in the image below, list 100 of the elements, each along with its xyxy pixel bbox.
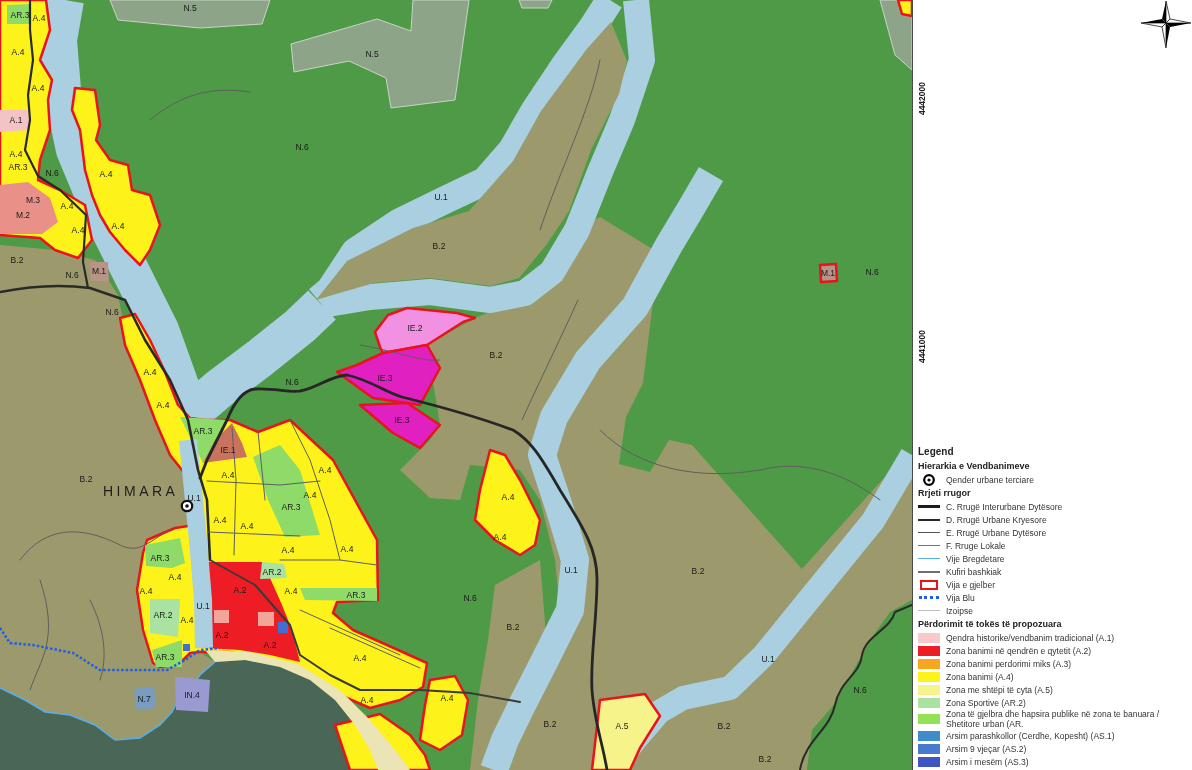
zone-label: A.4 <box>493 532 507 542</box>
zone-label: M.2 <box>15 210 31 220</box>
town-marker-icon <box>180 499 194 513</box>
legend-label: Arsim i mesëm (AS.3) <box>946 756 1029 767</box>
zone-label: A.4 <box>111 221 125 231</box>
zone-label: AR.3 <box>8 162 28 172</box>
zone-label: AR.2 <box>153 610 173 620</box>
legend-label: Kufiri bashkiak <box>946 566 1002 577</box>
pasture-area <box>518 0 553 9</box>
zone-area <box>818 262 839 284</box>
zone-label: A.4 <box>156 400 170 410</box>
zone-label: A.4 <box>168 572 182 582</box>
zone-label: B.2 <box>717 721 731 731</box>
zone-area <box>150 599 180 637</box>
legend-label: Vija e gjelber <box>946 579 995 590</box>
zone-label: M.1 <box>91 266 107 276</box>
legend-label: Qender urbane terciare <box>946 474 1034 485</box>
zone-label: B.2 <box>506 622 520 632</box>
zone-label: U.1 <box>187 493 201 503</box>
legend-label: D. Rrugë Urbane Kryesore <box>946 514 1047 525</box>
zone-label: B.2 <box>489 350 503 360</box>
zone-label: N.5 <box>365 49 379 59</box>
zone-area <box>134 687 156 710</box>
zone-label: A.5 <box>615 721 629 731</box>
zone-label: A.1 <box>9 115 23 125</box>
zone-label: A.4 <box>221 470 235 480</box>
zone-label: N.5 <box>183 3 197 13</box>
zone-label: N.6 <box>853 685 867 695</box>
zone-area <box>896 0 912 18</box>
legend-label: Arsim 9 vjeçar (AS.2) <box>946 743 1027 754</box>
zone-label: A.4 <box>213 515 227 525</box>
zone-label: B.2 <box>543 719 557 729</box>
legend-label: Zona me shtëpi të cyta (A.5) <box>946 684 1053 695</box>
zone-area <box>260 562 287 579</box>
zone-label: U.1 <box>434 192 448 202</box>
zone-label: A.4 <box>284 586 298 596</box>
zone-label: A.4 <box>143 367 157 377</box>
zone-label: A.4 <box>501 492 515 502</box>
zone-label: M.1 <box>820 268 836 278</box>
zone-area <box>145 538 185 568</box>
zone-label: A.4 <box>31 83 45 93</box>
zone-label: AR.3 <box>281 502 301 512</box>
legend-label: Arsim parashkollor (Cerdhe, Kopesht) (AS.1) <box>946 730 1115 741</box>
target-icon <box>923 473 935 486</box>
zone-label: A.4 <box>281 545 295 555</box>
legend-heading: Hierarkia e Vendbanimeve <box>918 460 1031 473</box>
zone-label: A.4 <box>353 653 367 663</box>
legend-label: Zona Sportive (AR.2) <box>946 697 1026 708</box>
zone-label: N.6 <box>865 267 879 277</box>
zone-label: N.6 <box>285 377 299 387</box>
zone-label: B.2 <box>79 474 93 484</box>
legend-label: Vija Blu <box>946 592 975 603</box>
zone-label: A.4 <box>180 615 194 625</box>
zone-area <box>278 622 288 633</box>
zone-area <box>258 612 274 626</box>
legend-label: Zona banimi në qendrën e qytetit (A.2) <box>946 645 1092 656</box>
zone-label: A.4 <box>32 13 46 23</box>
town-name: HIMARA <box>103 483 179 499</box>
zone-label: A.4 <box>9 149 23 159</box>
zone-label: AR.3 <box>155 652 175 662</box>
legend-label: F. Rruge Lokale <box>946 540 1006 551</box>
legend-title: Legend <box>918 445 955 459</box>
zone-label: IE.2 <box>407 323 423 333</box>
zone-label: A.4 <box>99 169 113 179</box>
zone-label: B.2 <box>758 754 772 764</box>
zone-label: U.1 <box>564 565 578 575</box>
zone-label: IE.1 <box>220 445 236 455</box>
legend-label: Izoipse <box>946 605 973 616</box>
zone-label: A.2 <box>233 585 247 595</box>
zone-area <box>0 182 58 234</box>
zone-label: A.4 <box>440 693 454 703</box>
legend-heading: Rrjeti rrugor <box>918 487 972 500</box>
zone-label: IN.4 <box>184 690 200 700</box>
zone-label: A.4 <box>340 544 354 554</box>
legend-label: Vije Bregdetare <box>946 553 1005 564</box>
zone-label: A.2 <box>263 640 277 650</box>
legend-label: Zona banimi (A.4) <box>946 671 1014 682</box>
zone-label: N.6 <box>65 270 79 280</box>
legend-label: Qendra historike/vendbanim tradicional (A.1) <box>946 632 1115 643</box>
zone-label: A.4 <box>240 521 254 531</box>
zone-label: U.1 <box>196 601 210 611</box>
zone-label: A.4 <box>71 225 85 235</box>
zone-label: N.6 <box>295 142 309 152</box>
zone-label: AR.3 <box>150 553 170 563</box>
zone-label: N.6 <box>45 168 59 178</box>
zone-label: AR.3 <box>193 426 213 436</box>
zone-area <box>214 610 229 623</box>
zone-label: B.2 <box>10 255 24 265</box>
zone-area <box>175 677 210 712</box>
zone-label: A.4 <box>60 201 74 211</box>
zone-label: IE.3 <box>377 373 393 383</box>
zone-label: A.4 <box>318 465 332 475</box>
zone-label: AR.3 <box>346 590 366 600</box>
zone-label: N.7 <box>137 694 151 704</box>
zone-label: B.2 <box>691 566 705 576</box>
legend-label: Zona banimi perdorimi miks (A.3) <box>946 658 1072 669</box>
legend-label: C. Rrugë Interurbane Dytësore <box>946 501 1063 512</box>
legend-label: E. Rrugë Urbane Dytësore <box>946 527 1047 538</box>
zone-label: B.2 <box>432 241 446 251</box>
zone-label: A.4 <box>139 586 153 596</box>
